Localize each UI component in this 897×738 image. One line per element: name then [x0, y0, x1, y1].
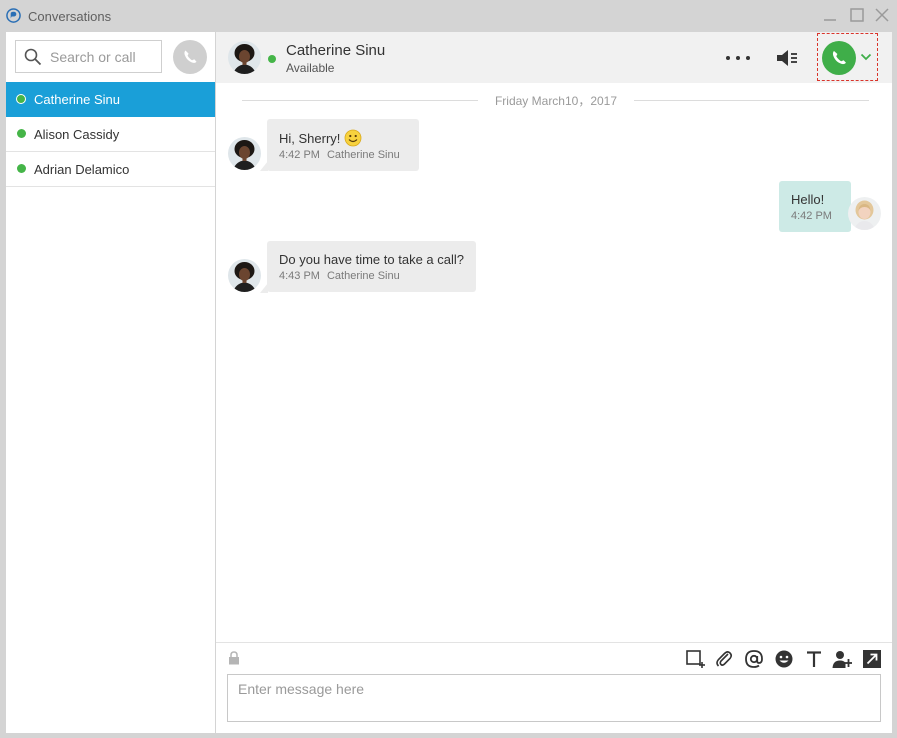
- message-meta: 4:42 PM Catherine Sinu: [279, 149, 407, 161]
- avatar[interactable]: [228, 137, 261, 170]
- contact-item-adrian-delamico[interactable]: Adrian Delamico: [6, 152, 215, 187]
- add-person-icon[interactable]: [832, 649, 852, 669]
- contact-name: Alison Cassidy: [34, 127, 120, 142]
- phone-icon: [832, 51, 846, 65]
- search-input[interactable]: [50, 41, 160, 72]
- speaker-icon[interactable]: [775, 46, 799, 70]
- message-bubble-mine: Hello! 4:42 PM: [779, 181, 851, 232]
- avatar[interactable]: [228, 259, 261, 292]
- message-text: Hi, Sherry!: [279, 129, 407, 147]
- avatar[interactable]: [848, 197, 881, 230]
- date-divider: Friday March10，2017: [494, 94, 618, 108]
- contact-item-catherine-sinu[interactable]: Catherine Sinu: [6, 82, 215, 117]
- contact-name: Adrian Delamico: [34, 162, 130, 177]
- message-bubble: Hi, Sherry! 4:42 PM Catherine Sinu: [267, 119, 419, 171]
- message-text: Hello!: [791, 192, 825, 207]
- message-meta: 4:43 PM Catherine Sinu: [279, 270, 464, 282]
- title-bar: Conversations: [0, 0, 897, 32]
- message-time: 4:42 PM: [279, 149, 320, 161]
- attach-icon[interactable]: [714, 649, 734, 669]
- message-input[interactable]: [227, 674, 881, 722]
- date-divider-line: [242, 100, 478, 101]
- close-icon[interactable]: [874, 7, 890, 23]
- message-bubble: Do you have time to take a call? 4:43 PM…: [267, 241, 476, 292]
- message-time: 4:43 PM: [279, 270, 320, 282]
- composer: [216, 642, 892, 733]
- presence-dot: [17, 164, 26, 173]
- presence-status: Available: [286, 61, 335, 75]
- message-text: Do you have time to take a call?: [279, 252, 464, 267]
- conversations-window: Conversations Cather: [0, 0, 897, 738]
- minimize-icon[interactable]: [822, 7, 838, 23]
- conversation-panel: Catherine Sinu Available Friday March10，…: [216, 32, 892, 733]
- window-title: Conversations: [28, 9, 112, 24]
- call-button[interactable]: [822, 41, 856, 75]
- app-logo-icon: [6, 8, 21, 23]
- sidebar: Catherine Sinu Alison Cassidy Adrian Del…: [6, 32, 215, 733]
- maximize-icon[interactable]: [849, 7, 865, 23]
- text-format-icon[interactable]: [804, 649, 824, 669]
- message-sender: Catherine Sinu: [326, 149, 400, 161]
- phone-icon: [184, 50, 197, 63]
- search-icon: [24, 48, 42, 66]
- lock-icon: [229, 651, 239, 665]
- message-meta: 4:42 PM: [791, 210, 839, 222]
- contact-item-alison-cassidy[interactable]: Alison Cassidy: [6, 117, 215, 152]
- search-box[interactable]: [15, 40, 162, 73]
- contact-list: Catherine Sinu Alison Cassidy Adrian Del…: [6, 82, 215, 187]
- presence-dot: [268, 55, 276, 63]
- avatar[interactable]: [228, 41, 261, 74]
- expand-icon[interactable]: [862, 649, 882, 669]
- date-divider-line: [634, 100, 869, 101]
- emoji-icon[interactable]: [774, 649, 794, 669]
- message-sender: Catherine Sinu: [326, 270, 400, 282]
- presence-dot: [16, 94, 26, 104]
- message-time: 4:42 PM: [791, 210, 832, 222]
- message-list: Friday March10，2017 Hi, Sherry! 4:42 PM …: [216, 83, 892, 641]
- dial-call-button[interactable]: [173, 40, 207, 74]
- smiley-icon: [345, 129, 362, 147]
- screen-capture-icon[interactable]: [685, 649, 705, 669]
- contact-title: Catherine Sinu: [286, 42, 386, 59]
- presence-dot: [17, 129, 26, 138]
- more-icon[interactable]: [724, 48, 752, 68]
- conversation-header: Catherine Sinu Available: [216, 32, 892, 83]
- chevron-down-icon[interactable]: [860, 52, 872, 62]
- mention-icon[interactable]: [744, 649, 764, 669]
- contact-name: Catherine Sinu: [34, 92, 120, 107]
